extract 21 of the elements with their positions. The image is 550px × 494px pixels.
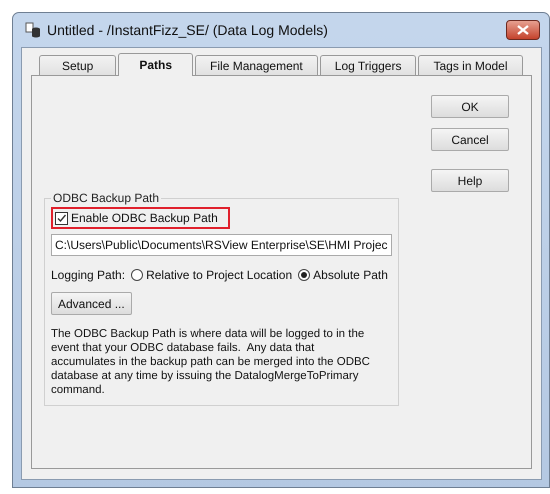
dialog-button[interactable]: Help: [431, 169, 509, 192]
enable-checkbox[interactable]: Enable ODBC Backup Path: [55, 211, 218, 225]
close-icon[interactable]: [517, 25, 529, 35]
tab[interactable]: Log Triggers: [320, 55, 416, 75]
tab[interactable]: Tags in Model: [418, 55, 523, 75]
description-text: The ODBC Backup Path is where data will be logged to in the event that your ODBC database fails. Any data that accumulates in the backup path can be merged into the ODBC database at any time by issuing the DatalogMergeToPrimary command.: [51, 327, 371, 397]
tab[interactable]: Setup: [39, 55, 116, 75]
close-button[interactable]: [506, 20, 540, 40]
group-title: ODBC Backup Path: [52, 191, 160, 205]
dialog-button[interactable]: Cancel: [431, 128, 509, 151]
window-title: Untitled - /InstantFizz_SE/ (Data Log Models): [47, 22, 329, 38]
tab[interactable]: File Management: [195, 55, 318, 75]
advanced-button[interactable]: Advanced ...: [51, 292, 132, 315]
radio-option[interactable]: Absolute Path: [298, 268, 388, 282]
radio-option[interactable]: Relative to Project Location: [131, 268, 292, 282]
tab[interactable]: Paths: [118, 53, 194, 76]
checkbox-icon[interactable]: [55, 212, 68, 224]
logging-path-label: Logging Path:: [51, 268, 126, 282]
path-field[interactable]: C:\Users\Public\Documents\RSView Enterprise\SE\HMI Projec: [51, 234, 392, 256]
dialog-button[interactable]: OK: [431, 95, 509, 118]
database-icon: [25, 22, 41, 38]
